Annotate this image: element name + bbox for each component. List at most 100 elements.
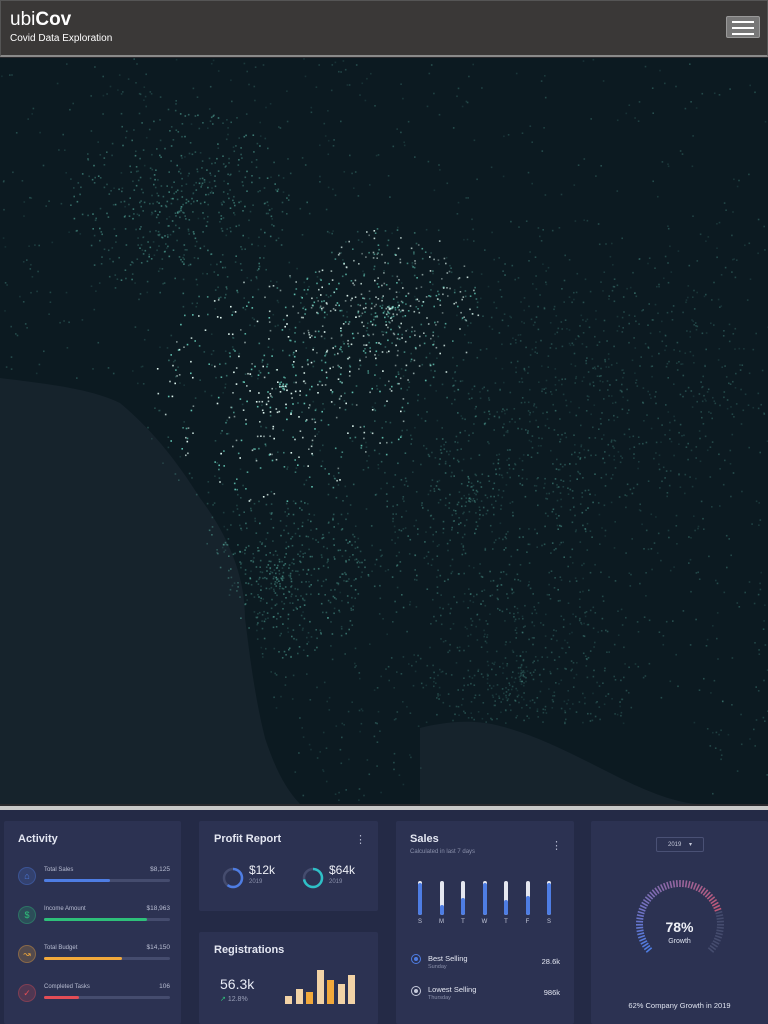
- density-point: [598, 428, 600, 430]
- density-point: [307, 568, 310, 571]
- density-point: [224, 386, 226, 389]
- density-point: [322, 770, 325, 773]
- lowest-selling-value: 986k: [543, 988, 560, 997]
- density-point: [552, 490, 555, 493]
- density-point: [282, 191, 285, 193]
- density-point: [498, 332, 501, 334]
- density-point: [705, 240, 707, 242]
- density-point: [257, 550, 259, 552]
- density-point: [232, 445, 234, 448]
- density-point: [673, 349, 675, 351]
- density-point: [32, 107, 35, 110]
- density-point: [145, 105, 147, 108]
- more-options-icon[interactable]: ⋮: [355, 833, 366, 846]
- density-point: [613, 675, 615, 678]
- app-logo[interactable]: ubiCov: [10, 9, 71, 31]
- density-point: [220, 218, 223, 220]
- density-point: [161, 236, 163, 239]
- density-point: [579, 617, 581, 620]
- density-point: [327, 617, 329, 619]
- chevron-down-icon: ▾: [689, 842, 693, 848]
- density-point: [578, 598, 581, 600]
- density-point: [336, 479, 338, 482]
- density-point: [501, 610, 504, 613]
- density-point: [476, 178, 478, 181]
- density-point: [506, 408, 508, 411]
- density-point: [514, 629, 517, 631]
- density-point: [326, 547, 328, 550]
- density-point: [267, 400, 270, 403]
- density-point: [525, 680, 527, 683]
- density-point: [175, 224, 177, 227]
- density-point: [421, 363, 424, 366]
- density-point: [453, 520, 455, 522]
- density-point: [409, 601, 412, 603]
- density-point: [165, 205, 168, 208]
- gauge-tick: [715, 910, 723, 915]
- more-options-icon[interactable]: ⋮: [551, 839, 562, 852]
- density-point: [220, 376, 223, 378]
- density-point: [312, 304, 314, 307]
- density-point: [133, 129, 135, 131]
- density-point: [88, 175, 90, 178]
- density-point: [456, 365, 458, 367]
- density-point: [226, 119, 228, 121]
- density-point: [690, 537, 692, 539]
- density-point: [251, 307, 254, 309]
- density-point: [325, 294, 328, 296]
- year-select[interactable]: 2019 ▾: [656, 837, 704, 852]
- density-point: [218, 477, 221, 479]
- density-point: [645, 529, 648, 532]
- density-point: [535, 316, 538, 318]
- covid-density-map[interactable]: [0, 58, 768, 804]
- density-point: [684, 352, 687, 354]
- density-point: [667, 377, 669, 379]
- density-point: [506, 663, 509, 665]
- density-point: [170, 197, 173, 200]
- density-point: [729, 383, 732, 385]
- density-point: [467, 440, 470, 442]
- density-point: [387, 339, 389, 342]
- density-point: [635, 379, 638, 381]
- density-point: [225, 138, 228, 141]
- density-point: [658, 463, 660, 466]
- density-point: [338, 611, 341, 613]
- density-point: [396, 565, 398, 567]
- density-point: [490, 687, 493, 690]
- density-point: [731, 704, 733, 706]
- density-point: [333, 403, 336, 406]
- density-point: [249, 324, 251, 327]
- density-point: [79, 233, 82, 235]
- density-point: [196, 302, 198, 304]
- density-point: [613, 439, 615, 442]
- density-point: [254, 520, 257, 522]
- density-point: [514, 421, 516, 423]
- density-point: [556, 517, 558, 520]
- density-point: [224, 383, 227, 385]
- density-point: [365, 302, 367, 305]
- density-point: [569, 475, 572, 477]
- density-point: [254, 517, 256, 520]
- density-point: [66, 347, 69, 349]
- density-point: [267, 204, 270, 207]
- density-point: [520, 683, 523, 685]
- density-point: [568, 633, 571, 635]
- density-point: [198, 345, 201, 347]
- density-point: [490, 316, 493, 319]
- density-point: [587, 712, 589, 715]
- density-point: [428, 295, 430, 297]
- density-point: [493, 258, 495, 261]
- density-point: [618, 496, 621, 498]
- density-point: [260, 425, 262, 428]
- density-point: [272, 616, 275, 618]
- density-point: [255, 580, 258, 583]
- density-point: [617, 451, 620, 453]
- density-point: [605, 243, 607, 245]
- hamburger-menu-button[interactable]: [726, 16, 760, 38]
- density-point: [180, 154, 183, 157]
- density-point: [585, 362, 588, 365]
- density-point: [332, 513, 335, 516]
- density-point: [291, 397, 293, 399]
- density-point: [369, 184, 371, 186]
- density-point: [160, 156, 162, 158]
